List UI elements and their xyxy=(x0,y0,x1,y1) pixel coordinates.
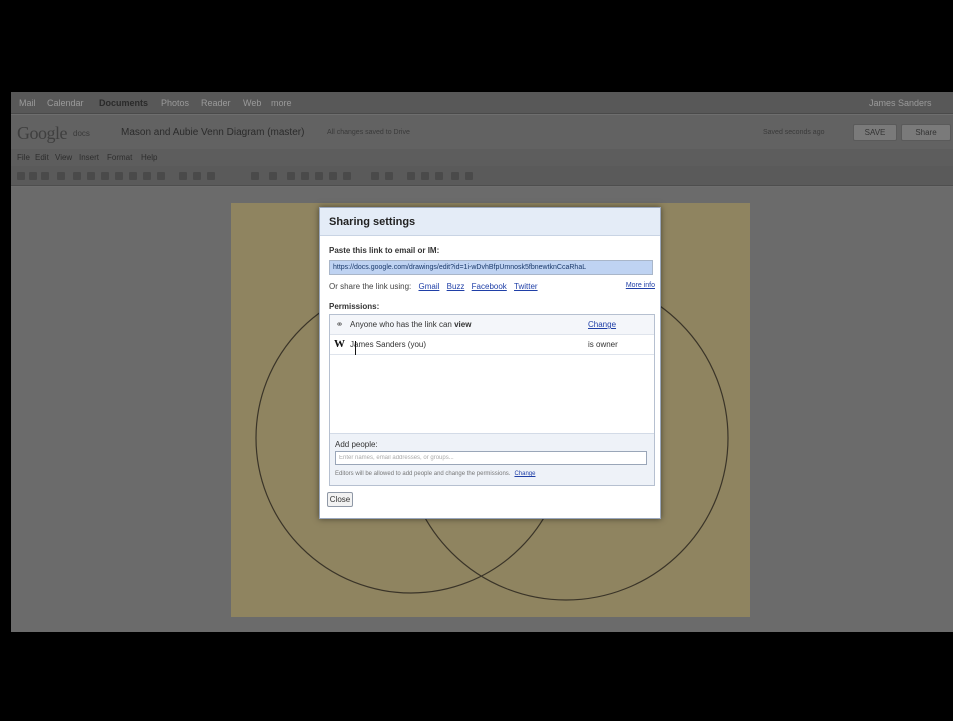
share-via-row: Or share the link using: Gmail Buzz Face… xyxy=(329,282,655,294)
dialog-header: Sharing settings xyxy=(320,208,660,236)
owner-role: is owner xyxy=(588,340,618,349)
image-icon[interactable] xyxy=(129,172,137,180)
permission-row: W James Sanders (you) is owner xyxy=(330,335,654,355)
more-info-link[interactable]: More info xyxy=(626,282,655,289)
gbar-user[interactable]: James Sanders xyxy=(869,98,932,108)
align-icon[interactable] xyxy=(371,172,379,180)
editor-note: Editors will be allowed to add people an… xyxy=(335,471,535,477)
undo-icon[interactable] xyxy=(17,172,25,180)
close-button[interactable]: Close xyxy=(327,492,353,507)
share-buzz-link[interactable]: Buzz xyxy=(447,282,465,291)
save-status: All changes saved to Drive xyxy=(327,129,410,136)
gbar-item-calendar[interactable]: Calendar xyxy=(47,98,84,108)
menu-insert[interactable]: Insert xyxy=(79,153,99,162)
menu-file[interactable]: File xyxy=(17,153,30,162)
gbar-item-more[interactable]: more xyxy=(271,98,292,108)
gbar-item-mail[interactable]: Mail xyxy=(19,98,36,108)
editor-note-text: Editors will be allowed to add people an… xyxy=(335,471,511,477)
shape-icon[interactable] xyxy=(101,172,109,180)
share-facebook-link[interactable]: Facebook xyxy=(472,282,507,291)
arrange-icon[interactable] xyxy=(407,172,415,180)
add-people-label: Add people: xyxy=(335,440,378,449)
save-button[interactable]: SAVE xyxy=(853,124,897,141)
textbox-icon[interactable] xyxy=(115,172,123,180)
gbar-item-web[interactable]: Web xyxy=(243,98,261,108)
paste-link-label: Paste this link to email or IM: xyxy=(329,246,440,255)
share-link-field[interactable]: https://docs.google.com/drawings/edit?id… xyxy=(329,260,653,275)
gbar-item-documents[interactable]: Documents xyxy=(99,98,148,108)
list-icon[interactable] xyxy=(385,172,393,180)
user-w-icon: W xyxy=(334,338,345,350)
color-palette-icon[interactable] xyxy=(451,172,459,180)
docs-logo-label: docs xyxy=(73,129,90,138)
dialog-title: Sharing settings xyxy=(329,216,416,228)
select-icon[interactable] xyxy=(73,172,81,180)
video-frame: Mail Calendar Documents Photos Reader We… xyxy=(0,0,953,721)
title-row: Google docs Mason and Aubie Venn Diagram… xyxy=(11,115,953,149)
link-icon: ⚭ xyxy=(335,319,344,329)
google-bar: Mail Calendar Documents Photos Reader We… xyxy=(11,92,953,114)
italic-icon[interactable] xyxy=(301,172,309,180)
share-via-label: Or share the link using: xyxy=(329,282,412,291)
browser-screen: Mail Calendar Documents Photos Reader We… xyxy=(11,92,953,632)
permission-row: ⚭ Anyone who has the link can view Chang… xyxy=(330,315,654,335)
line-weight-icon[interactable] xyxy=(207,172,215,180)
share-button[interactable]: Share xyxy=(901,124,951,141)
rotate-icon[interactable] xyxy=(435,172,443,180)
permissions-list: ⚭ Anyone who has the link can view Chang… xyxy=(329,314,655,486)
line-color-icon[interactable] xyxy=(193,172,201,180)
comment-icon[interactable] xyxy=(157,172,165,180)
sharing-settings-dialog: Sharing settings Paste this link to emai… xyxy=(319,207,661,519)
menu-help[interactable]: Help xyxy=(141,153,157,162)
menu-format[interactable]: Format xyxy=(107,153,132,162)
link-tool-icon[interactable] xyxy=(143,172,151,180)
add-people-input[interactable] xyxy=(335,451,647,465)
font-icon[interactable] xyxy=(251,172,259,180)
underline-icon[interactable] xyxy=(315,172,323,180)
text-color-icon[interactable] xyxy=(329,172,337,180)
share-twitter-link[interactable]: Twitter xyxy=(514,282,538,291)
bold-icon[interactable] xyxy=(287,172,295,180)
share-gmail-link[interactable]: Gmail xyxy=(419,282,440,291)
line-icon[interactable] xyxy=(87,172,95,180)
zoom-icon[interactable] xyxy=(57,172,65,180)
gbar-item-reader[interactable]: Reader xyxy=(201,98,231,108)
highlight-icon[interactable] xyxy=(343,172,351,180)
editor-change-link[interactable]: Change xyxy=(514,471,535,477)
menu-view[interactable]: View xyxy=(55,153,72,162)
change-visibility-link[interactable]: Change xyxy=(588,320,616,329)
google-logo[interactable]: Google xyxy=(17,123,68,144)
permissions-label: Permissions: xyxy=(329,302,380,311)
print-icon[interactable] xyxy=(41,172,49,180)
menu-bar: File Edit View Insert Format Help xyxy=(11,149,953,166)
more-icon[interactable] xyxy=(465,172,473,180)
redo-icon[interactable] xyxy=(29,172,37,180)
group-icon[interactable] xyxy=(421,172,429,180)
menu-edit[interactable]: Edit xyxy=(35,153,49,162)
add-people-section: Add people: Editors will be allowed to a… xyxy=(330,433,654,485)
document-title[interactable]: Mason and Aubie Venn Diagram (master) xyxy=(121,127,304,138)
fill-color-icon[interactable] xyxy=(179,172,187,180)
saved-note: Saved seconds ago xyxy=(763,129,825,136)
gbar-item-photos[interactable]: Photos xyxy=(161,98,189,108)
font-size-icon[interactable] xyxy=(269,172,277,180)
text-cursor-icon xyxy=(355,341,358,355)
toolbar xyxy=(11,166,953,186)
permission-text: Anyone who has the link can view xyxy=(350,320,472,329)
permission-text: James Sanders (you) xyxy=(350,340,427,349)
